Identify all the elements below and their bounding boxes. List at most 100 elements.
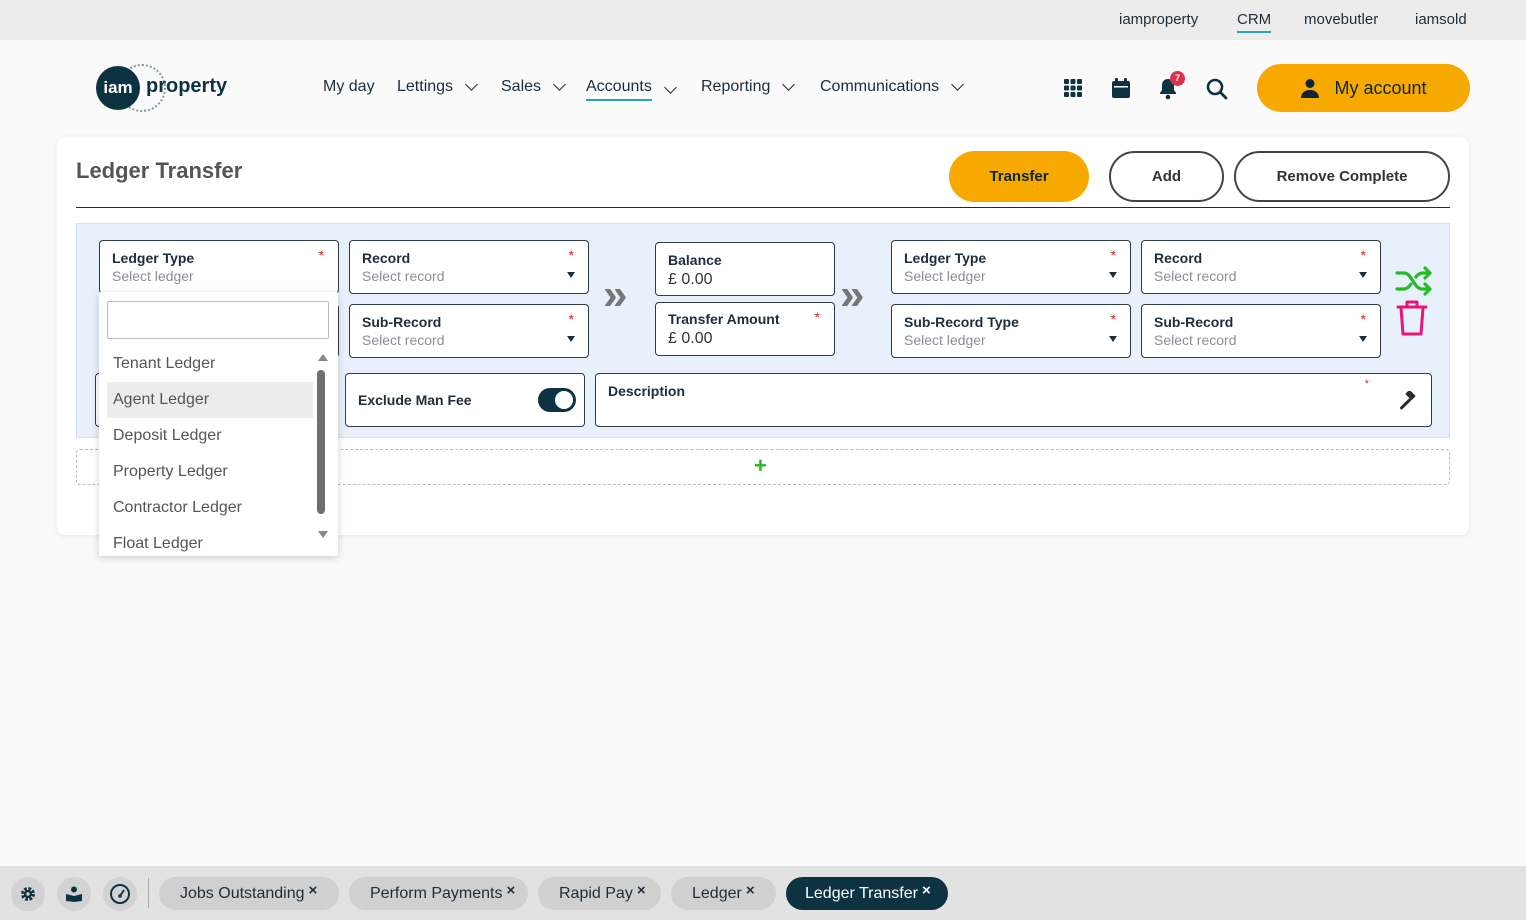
remove-complete-button[interactable]: Remove Complete (1234, 151, 1450, 202)
nav-reporting[interactable]: Reporting (701, 78, 796, 96)
field-label: Record (1154, 250, 1203, 266)
nav-label: Sales (501, 78, 542, 95)
chevron-down-icon (951, 78, 965, 91)
field-placeholder: Select record (1154, 268, 1237, 284)
close-icon[interactable]: × (309, 882, 318, 899)
user-icon (1301, 79, 1320, 98)
search-icon[interactable] (1206, 78, 1228, 100)
tab-label: Ledger (692, 884, 742, 902)
caret-down-icon (567, 336, 575, 342)
delete-trash-icon[interactable] (1396, 299, 1428, 337)
nav-label: My day (323, 78, 375, 95)
caret-down-icon (1109, 272, 1117, 278)
dropdown-option[interactable]: Property Ledger (107, 454, 313, 490)
apps-grid-icon[interactable] (1063, 78, 1085, 100)
from-record-select[interactable]: Record * Select record (349, 240, 589, 294)
from-ledger-type-select[interactable]: Ledger Type * Select ledger (99, 240, 339, 294)
description-input[interactable]: Description * (595, 373, 1432, 427)
to-ledger-type-select[interactable]: Ledger Type * Select ledger (891, 240, 1131, 294)
field-label: Transfer Amount (668, 311, 780, 327)
scroll-up-arrow-icon[interactable] (318, 354, 328, 361)
top-brand-bar: iamproperty CRM movebutler iamsold (0, 0, 1526, 40)
nav-communications[interactable]: Communications (820, 78, 965, 96)
from-sub-record-select[interactable]: Sub-Record * Select record (349, 304, 589, 358)
dropdown-scrollbar[interactable] (317, 370, 325, 514)
nav-label: Accounts (586, 78, 652, 101)
field-placeholder: Select ledger (904, 268, 986, 284)
dropdown-search-input[interactable] (107, 301, 329, 339)
required-marker: * (1110, 311, 1116, 327)
nav-lettings[interactable]: Lettings (397, 78, 478, 96)
required-marker: * (1110, 247, 1116, 263)
title-divider (76, 207, 1450, 208)
nav-label: Lettings (397, 78, 454, 95)
tab-label: Ledger Transfer (805, 884, 918, 902)
tab-perform-payments[interactable]: Perform Payments × (349, 877, 528, 910)
nav-label: Reporting (701, 78, 771, 95)
tab-rapid-pay[interactable]: Rapid Pay × (538, 877, 661, 910)
field-placeholder: Select record (1154, 332, 1237, 348)
transfer-button[interactable]: Transfer (949, 151, 1089, 202)
tab-label: Rapid Pay (559, 884, 633, 902)
calendar-icon[interactable] (1111, 78, 1133, 100)
link-movebutler[interactable]: movebutler (1304, 11, 1378, 28)
close-icon[interactable]: × (506, 882, 515, 899)
dropdown-option[interactable]: Tenant Ledger (107, 346, 313, 382)
field-label: Ledger Type (112, 250, 195, 266)
field-label: Sub-Record Type (904, 314, 1019, 330)
field-placeholder: Select ledger (904, 332, 986, 348)
nav-sales[interactable]: Sales (501, 78, 566, 96)
caret-down-icon (1109, 336, 1117, 342)
field-label: Sub-Record (1154, 314, 1234, 330)
dropdown-option[interactable]: Float Ledger (107, 526, 313, 556)
chevron-down-icon (553, 78, 566, 91)
caret-down-icon (1359, 336, 1367, 342)
notification-count-badge: 7 (1170, 71, 1185, 86)
transfer-amount-value: £ 0.00 (668, 330, 713, 347)
dropdown-option[interactable]: Contractor Ledger (107, 490, 313, 526)
caret-down-icon (567, 272, 575, 278)
iam-property-logo[interactable]: iam property (96, 64, 231, 112)
nav-accounts[interactable]: Accounts (586, 78, 677, 101)
chevron-down-icon (782, 78, 796, 91)
required-marker: * (1364, 378, 1369, 390)
required-marker: * (568, 311, 574, 327)
dashboard-gauge-icon[interactable] (103, 877, 137, 911)
field-label: Record (362, 250, 411, 266)
tab-ledger-transfer[interactable]: Ledger Transfer × (786, 877, 948, 910)
nav-my-day[interactable]: My day (323, 78, 375, 96)
close-icon[interactable]: × (746, 882, 755, 899)
link-iamsold[interactable]: iamsold (1415, 11, 1467, 28)
exclude-man-fee-toggle[interactable] (538, 388, 576, 412)
close-icon[interactable]: × (637, 882, 646, 899)
to-sub-record-type-select[interactable]: Sub-Record Type * Select ledger (891, 304, 1131, 358)
shuffle-icon[interactable] (1394, 264, 1434, 298)
link-crm[interactable]: CRM (1237, 11, 1272, 33)
tab-label: Jobs Outstanding (180, 884, 305, 902)
required-marker: * (814, 309, 820, 325)
field-label: Balance (668, 252, 722, 268)
scroll-down-arrow-icon[interactable] (318, 531, 328, 538)
taskbar-separator (148, 878, 149, 908)
to-sub-record-select[interactable]: Sub-Record * Select record (1141, 304, 1381, 358)
field-label: Description (608, 383, 686, 399)
field-label: Exclude Man Fee (358, 392, 472, 408)
to-record-select[interactable]: Record * Select record (1141, 240, 1381, 294)
dropdown-option[interactable]: Deposit Ledger (107, 418, 313, 454)
settings-icon[interactable] (11, 877, 45, 911)
my-account-button[interactable]: My account (1257, 64, 1470, 112)
caret-down-icon (1359, 272, 1367, 278)
knowledge-icon[interactable] (57, 877, 91, 911)
chevron-down-icon (663, 80, 677, 94)
page-title: Ledger Transfer (76, 158, 243, 183)
tab-jobs-outstanding[interactable]: Jobs Outstanding × (159, 877, 339, 910)
dropdown-option[interactable]: Agent Ledger (107, 382, 313, 418)
tab-ledger[interactable]: Ledger × (671, 877, 776, 910)
logo-mark: iam (96, 66, 140, 110)
transfer-amount-input[interactable]: Transfer Amount * £ 0.00 (655, 302, 835, 356)
add-button[interactable]: Add (1109, 151, 1224, 202)
required-marker: * (568, 247, 574, 263)
hammer-icon[interactable] (1397, 390, 1417, 416)
close-icon[interactable]: × (922, 882, 931, 899)
link-iamproperty[interactable]: iamproperty (1119, 11, 1198, 28)
